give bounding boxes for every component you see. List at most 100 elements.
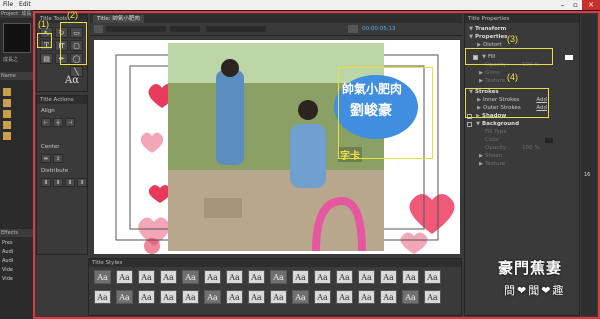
style-swatch[interactable]: Aa: [138, 270, 155, 284]
style-swatch[interactable]: Aa: [270, 270, 287, 284]
style-swatch[interactable]: Aa: [248, 270, 265, 284]
prop-bg-opacity: Opacity 100 %: [467, 144, 577, 152]
minimize-button[interactable]: –: [556, 0, 569, 10]
prop-label: Color: [485, 137, 500, 143]
style-swatch[interactable]: Aa: [292, 290, 309, 304]
align-buttons: ⊢ ┼ ⊣: [41, 118, 75, 127]
style-swatch[interactable]: Aa: [358, 270, 375, 284]
title-designer-tabbar: Title: 帥氣小肥肉: [90, 14, 462, 23]
prop-properties[interactable]: ▼ Properties: [467, 33, 577, 41]
effects-item[interactable]: Vide: [2, 275, 32, 284]
effects-item[interactable]: Audi: [2, 248, 32, 257]
prop-label: Properties: [475, 34, 508, 40]
background-checkbox[interactable]: [467, 121, 472, 127]
prop-fill-type: Fill Type: [467, 128, 577, 136]
collapse-triangle-icon: ▶: [479, 78, 483, 84]
style-swatch[interactable]: Aa: [204, 290, 221, 304]
heart-decoration: [148, 185, 172, 203]
distribute-center-icon[interactable]: ⫴: [53, 178, 63, 187]
annotation-label-4: (4): [507, 72, 518, 82]
style-swatch[interactable]: Aa: [270, 290, 287, 304]
prop-color: Color: [467, 136, 577, 144]
person-woman-head: [221, 59, 239, 77]
style-swatch[interactable]: Aa: [182, 290, 199, 304]
close-button[interactable]: ✕: [582, 0, 600, 10]
distribute-even-icon[interactable]: ⫴: [77, 178, 87, 187]
project-panel-header: Project: 成長: [0, 10, 33, 18]
center-vertical-icon[interactable]: ⇳: [53, 154, 63, 163]
style-swatch[interactable]: Aa: [424, 270, 441, 284]
folder-icon[interactable]: [3, 99, 11, 107]
style-swatch[interactable]: Aa: [94, 270, 111, 284]
show-video-toggle[interactable]: [348, 25, 358, 33]
style-swatch[interactable]: Aa: [424, 290, 441, 304]
new-title-icon[interactable]: [94, 25, 103, 33]
style-swatch[interactable]: Aa: [182, 270, 199, 284]
effects-item[interactable]: Audi: [2, 257, 32, 266]
style-swatch[interactable]: Aa: [358, 290, 375, 304]
prop-transform[interactable]: ▼ Transform: [467, 25, 577, 33]
folder-icon[interactable]: [3, 88, 11, 96]
effects-list: Pres Audi Audi Vide Vide: [2, 239, 32, 284]
style-swatch[interactable]: Aa: [336, 270, 353, 284]
style-swatch[interactable]: Aa: [380, 270, 397, 284]
window-controls: – ▫ ✕: [556, 0, 600, 10]
menu-edit[interactable]: Edit: [19, 0, 31, 10]
font-style-select[interactable]: [170, 26, 200, 32]
style-swatch[interactable]: Aa: [248, 290, 265, 304]
effects-item[interactable]: Vide: [2, 266, 32, 275]
person-man-head: [298, 100, 318, 120]
prop-label: Texture: [485, 161, 506, 167]
annotation-box-4: [465, 88, 549, 118]
timecode[interactable]: 00:00:05:13: [362, 26, 396, 32]
prop-label: Gloss: [485, 70, 500, 76]
style-swatch[interactable]: Aa: [160, 270, 177, 284]
style-swatch[interactable]: Aa: [380, 290, 397, 304]
prop-texture: ▶ Texture: [467, 77, 577, 85]
align-right-icon[interactable]: ⊣: [65, 118, 75, 127]
menu-file[interactable]: File: [3, 0, 13, 10]
style-swatch[interactable]: Aa: [116, 270, 133, 284]
prop-sheen: ▶ Sheen: [467, 152, 577, 160]
style-swatch[interactable]: Aa: [336, 290, 353, 304]
style-swatch[interactable]: Aa: [226, 290, 243, 304]
person-woman: [216, 70, 244, 165]
style-swatch[interactable]: Aa: [314, 270, 331, 284]
effects-item[interactable]: Pres: [2, 239, 32, 248]
style-swatch[interactable]: Aa: [160, 290, 177, 304]
font-family-select[interactable]: [106, 26, 166, 32]
style-swatch[interactable]: Aa: [138, 290, 155, 304]
project-file-list: [3, 85, 29, 235]
style-swatch[interactable]: Aa: [314, 290, 331, 304]
align-center-icon[interactable]: ┼: [53, 118, 63, 127]
style-swatch[interactable]: Aa: [204, 270, 221, 284]
distribute-right-icon[interactable]: ⫴: [65, 178, 75, 187]
distribute-label: Distribute: [41, 168, 69, 174]
style-swatch[interactable]: Aa: [116, 290, 133, 304]
style-swatch[interactable]: Aa: [402, 270, 419, 284]
folder-icon[interactable]: [3, 121, 11, 129]
style-swatch[interactable]: Aa: [94, 290, 111, 304]
expand-triangle-icon: ▼: [476, 121, 480, 127]
style-swatch[interactable]: Aa: [226, 270, 243, 284]
prop-label: Background: [482, 121, 520, 127]
folder-icon[interactable]: [3, 110, 11, 118]
prop-background[interactable]: ▼ Background: [467, 120, 577, 128]
folder-icon[interactable]: [3, 132, 11, 140]
title-canvas[interactable]: 帥氣小肥肉 劉峻豪 字卡: [94, 40, 460, 254]
title-actions-panel: Title Actions Align ⊢ ┼ ⊣ Center ⇹ ⇳ Dis…: [36, 95, 88, 255]
fill-color-swatch[interactable]: [565, 54, 573, 60]
title-tab[interactable]: Title: 帥氣小肥肉: [93, 15, 144, 23]
prop-label: Texture: [485, 78, 506, 84]
maximize-button[interactable]: ▫: [569, 0, 582, 10]
text-format-buttons[interactable]: [206, 26, 266, 32]
style-swatch[interactable]: Aa: [292, 270, 309, 284]
align-left-icon[interactable]: ⊢: [41, 118, 51, 127]
style-swatch[interactable]: Aa: [402, 290, 419, 304]
right-scroll-strip[interactable]: [581, 14, 597, 316]
area-type-tool-icon[interactable]: ▤: [40, 53, 53, 64]
center-horizontal-icon[interactable]: ⇹: [41, 154, 51, 163]
annotation-box-1: [37, 33, 52, 48]
collapse-triangle-icon: ▶: [479, 153, 483, 159]
distribute-left-icon[interactable]: ⫴: [41, 178, 51, 187]
